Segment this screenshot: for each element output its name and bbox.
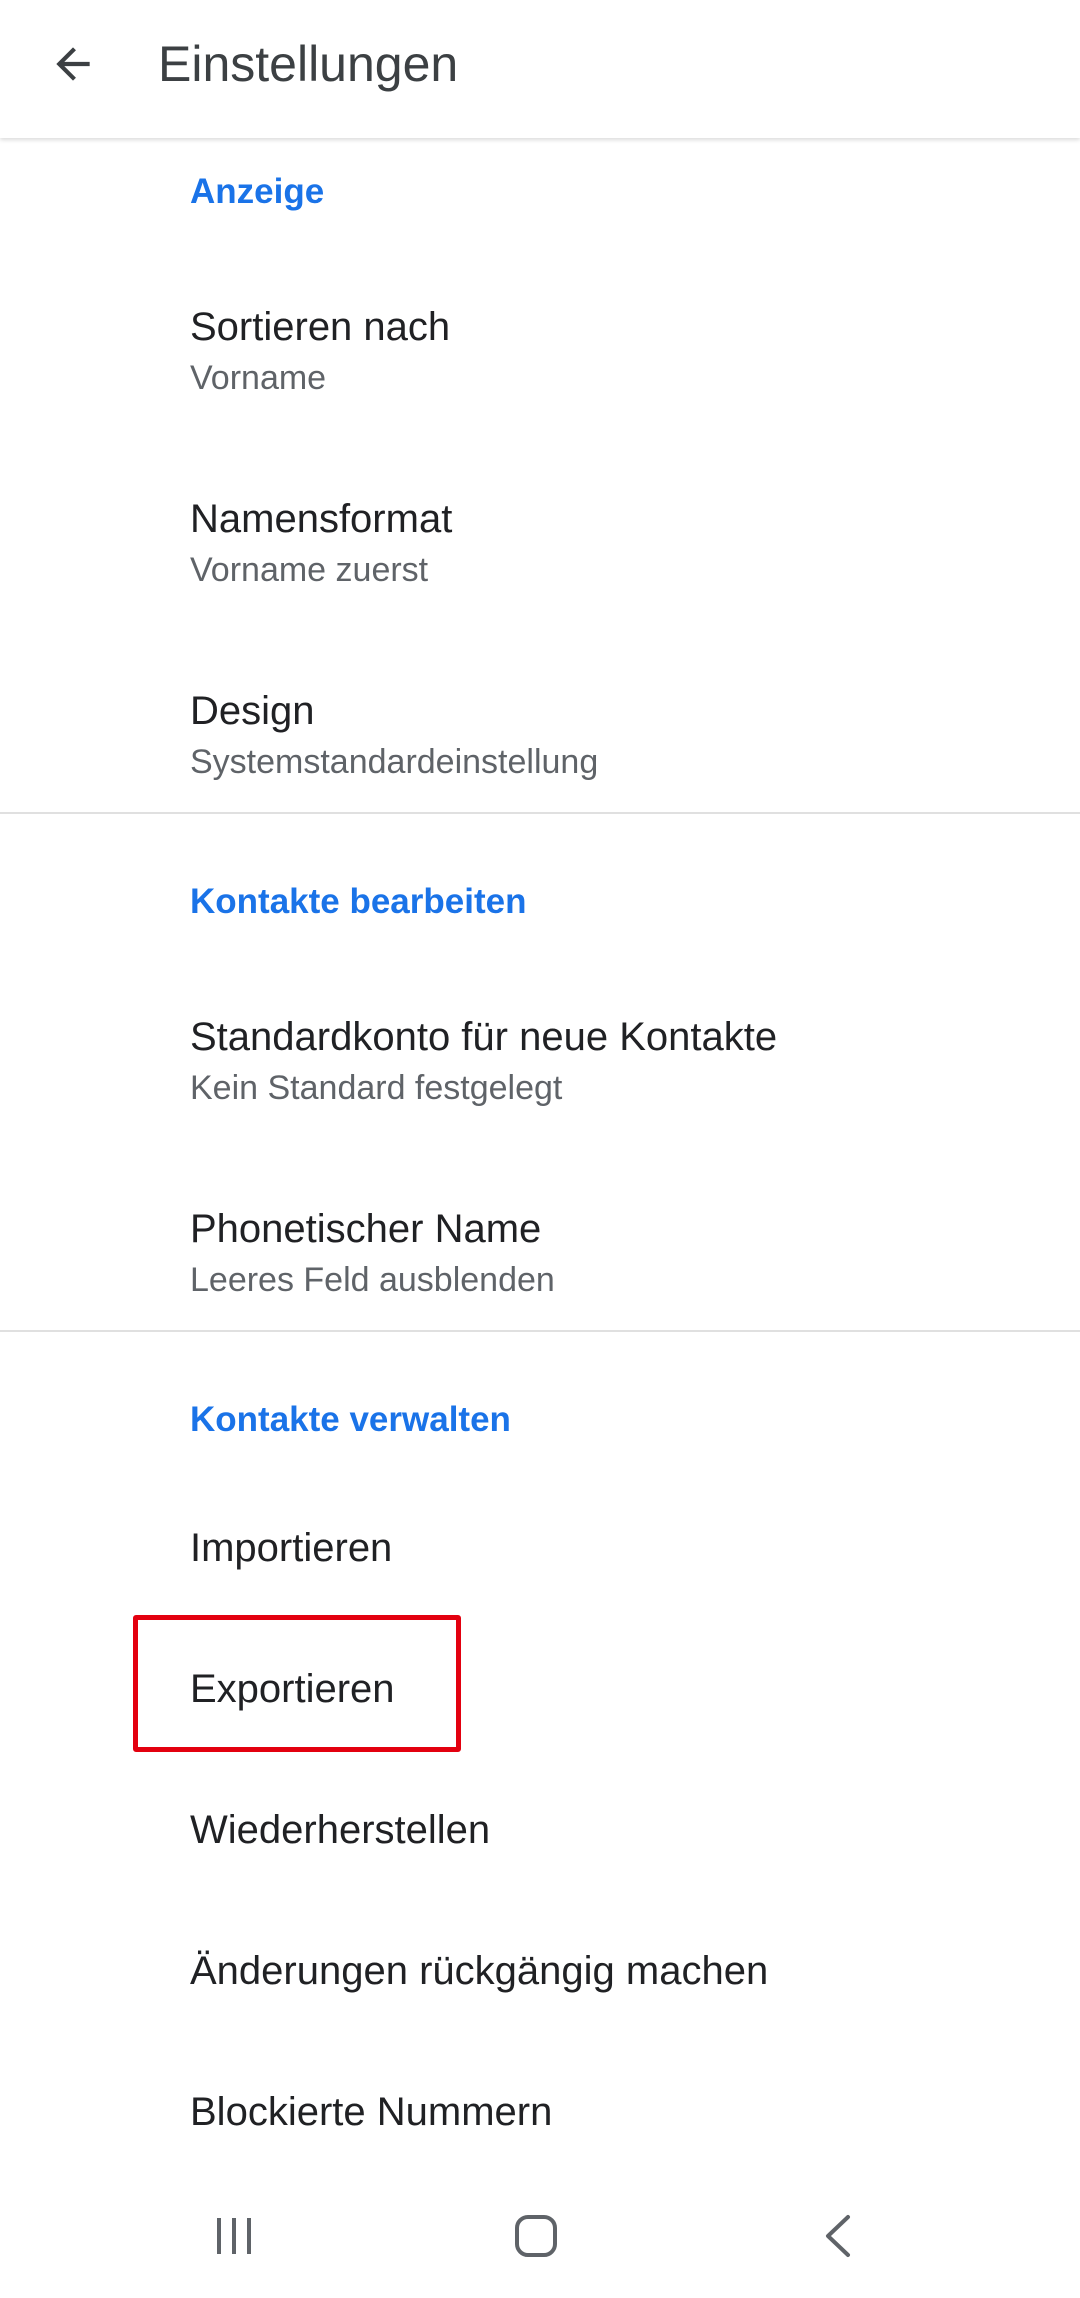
system-nav-bar [0, 2174, 1080, 2298]
pref-design[interactable]: Design Systemstandardeinstellung [0, 642, 1080, 818]
home-button[interactable] [466, 2174, 606, 2298]
pref-summary: Vorname zuerst [190, 551, 429, 589]
page-title: Einstellungen [158, 36, 459, 92]
pref-title: Namensformat [190, 497, 453, 541]
pref-title: Design [190, 689, 315, 733]
pref-name-format[interactable]: Namensformat Vorname zuerst [0, 450, 1080, 626]
pref-blocked-numbers[interactable]: Blockierte Nummern [0, 2042, 1080, 2182]
pref-summary: Systemstandardeinstellung [190, 743, 599, 781]
pref-summary: Kein Standard festgelegt [190, 1069, 563, 1107]
section-header-display: Anzeige [190, 172, 325, 211]
pref-title: Standardkonto für neue Kontakte [190, 1015, 778, 1059]
pref-import[interactable]: Importieren [0, 1478, 1080, 1618]
home-icon [515, 2215, 557, 2257]
nav-back-icon [826, 2215, 850, 2257]
pref-restore[interactable]: Wiederherstellen [0, 1760, 1080, 1900]
section-divider [0, 1330, 1080, 1332]
pref-summary: Vorname [190, 359, 327, 397]
pref-title: Phonetischer Name [190, 1207, 542, 1251]
pref-title: Importieren [190, 1526, 393, 1570]
recent-apps-button[interactable] [164, 2174, 304, 2298]
recent-apps-icon [217, 2218, 251, 2254]
back-button[interactable] [33, 24, 113, 104]
pref-undo-changes[interactable]: Änderungen rückgängig machen [0, 1901, 1080, 2041]
pref-phonetic-name[interactable]: Phonetischer Name Leeres Feld ausblenden [0, 1160, 1080, 1336]
section-divider [0, 812, 1080, 814]
pref-sort-by[interactable]: Sortieren nach Vorname [0, 258, 1080, 434]
nav-back-button[interactable] [768, 2174, 908, 2298]
section-header-edit: Kontakte bearbeiten [190, 882, 527, 921]
app-bar: Einstellungen [0, 0, 1080, 138]
highlight-box [133, 1615, 461, 1752]
pref-title: Blockierte Nummern [190, 2090, 553, 2134]
arrow-back-icon [56, 47, 90, 81]
pref-summary: Leeres Feld ausblenden [190, 1261, 555, 1299]
pref-title: Sortieren nach [190, 305, 451, 349]
pref-title: Wiederherstellen [190, 1808, 491, 1852]
pref-default-account[interactable]: Standardkonto für neue Kontakte Kein Sta… [0, 968, 1080, 1144]
pref-title: Änderungen rückgängig machen [190, 1949, 769, 1993]
section-header-manage: Kontakte verwalten [190, 1400, 511, 1439]
